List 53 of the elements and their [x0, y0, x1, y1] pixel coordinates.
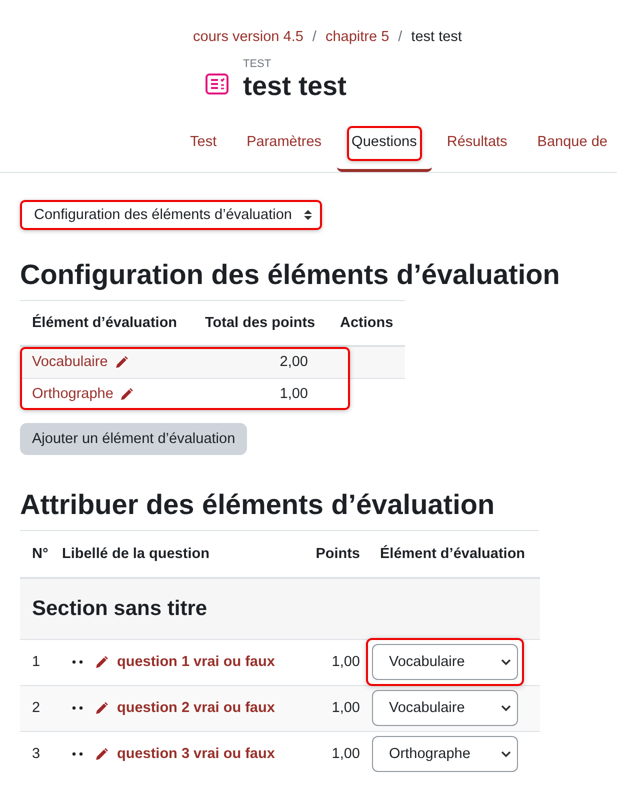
section-heading: Configuration des éléments d’évaluation — [20, 258, 561, 292]
question-link[interactable]: question 2 vrai ou faux — [117, 700, 275, 716]
nav-tab[interactable]: Questions — [336, 126, 432, 172]
grade-item-dropdown[interactable]: Vocabulaire — [372, 690, 518, 726]
page-title: test test — [243, 70, 347, 102]
pencil-icon[interactable] — [119, 386, 136, 402]
breadcrumb-separator: / — [398, 29, 402, 45]
pencil-icon[interactable] — [114, 354, 130, 370]
section-heading: Attribuer des éléments d’évaluation — [20, 488, 496, 522]
table-cell-text: 3 — [31, 746, 42, 762]
pencil-icon[interactable] — [94, 700, 110, 716]
nav-tab[interactable]: Résultats — [432, 126, 522, 172]
column-header: Points — [314, 546, 361, 562]
pencil-icon[interactable] — [94, 654, 110, 670]
table-cell-text: 1,00 — [330, 700, 361, 716]
sort-arrows-icon — [304, 209, 312, 222]
column-header: Actions — [339, 314, 394, 331]
breadcrumb-link[interactable]: chapitre 5 — [325, 29, 390, 45]
table-cell-text: 1,00 — [330, 746, 361, 762]
column-header: Libellé de la question — [62, 546, 210, 562]
chevron-down-icon — [501, 704, 511, 712]
view-dropdown[interactable]: Configuration des éléments d’évaluation — [20, 200, 322, 230]
breadcrumb-separator: / — [312, 29, 316, 45]
activity-type-label: TEST — [243, 58, 272, 70]
breadcrumb-current: test test — [411, 29, 462, 45]
nav-tab[interactable]: Test — [175, 126, 232, 172]
nav-tab[interactable]: Banque de — [522, 126, 617, 172]
column-header: Total des points — [204, 314, 316, 331]
chevron-down-icon — [501, 750, 511, 758]
section-title: Section sans titre — [32, 596, 208, 621]
column-header: Élément d’évaluation — [379, 546, 526, 562]
table-cell-text: 2,00 — [278, 354, 309, 370]
table-cell-text: 1,00 — [278, 386, 309, 402]
table-cell-text: 1 — [31, 654, 42, 670]
column-header: Élément d’évaluation — [31, 314, 178, 331]
breadcrumb-link[interactable]: cours version 4.5 — [193, 29, 304, 45]
grade-item-link[interactable]: Vocabulaire — [32, 354, 108, 370]
add-grade-item-button[interactable]: Ajouter un élément d’évaluation — [20, 422, 248, 455]
quiz-icon — [205, 72, 229, 96]
pencil-icon[interactable] — [94, 746, 110, 762]
grade-item-dropdown[interactable]: Vocabulaire — [372, 644, 518, 680]
nav-tab[interactable]: Paramètres — [232, 126, 337, 172]
column-header: N° — [31, 546, 50, 562]
chevron-down-icon — [501, 658, 511, 666]
table-cell-text: 2 — [31, 700, 42, 716]
question-link[interactable]: question 1 vrai ou faux — [117, 654, 275, 670]
table-cell-text: 1,00 — [330, 654, 361, 670]
dots-icon — [72, 706, 84, 710]
grade-item-dropdown[interactable]: Orthographe — [372, 736, 518, 772]
dots-icon — [72, 660, 84, 664]
question-link[interactable]: question 3 vrai ou faux — [117, 746, 275, 762]
grade-item-link[interactable]: Orthographe — [32, 386, 114, 402]
dots-icon — [72, 752, 84, 756]
